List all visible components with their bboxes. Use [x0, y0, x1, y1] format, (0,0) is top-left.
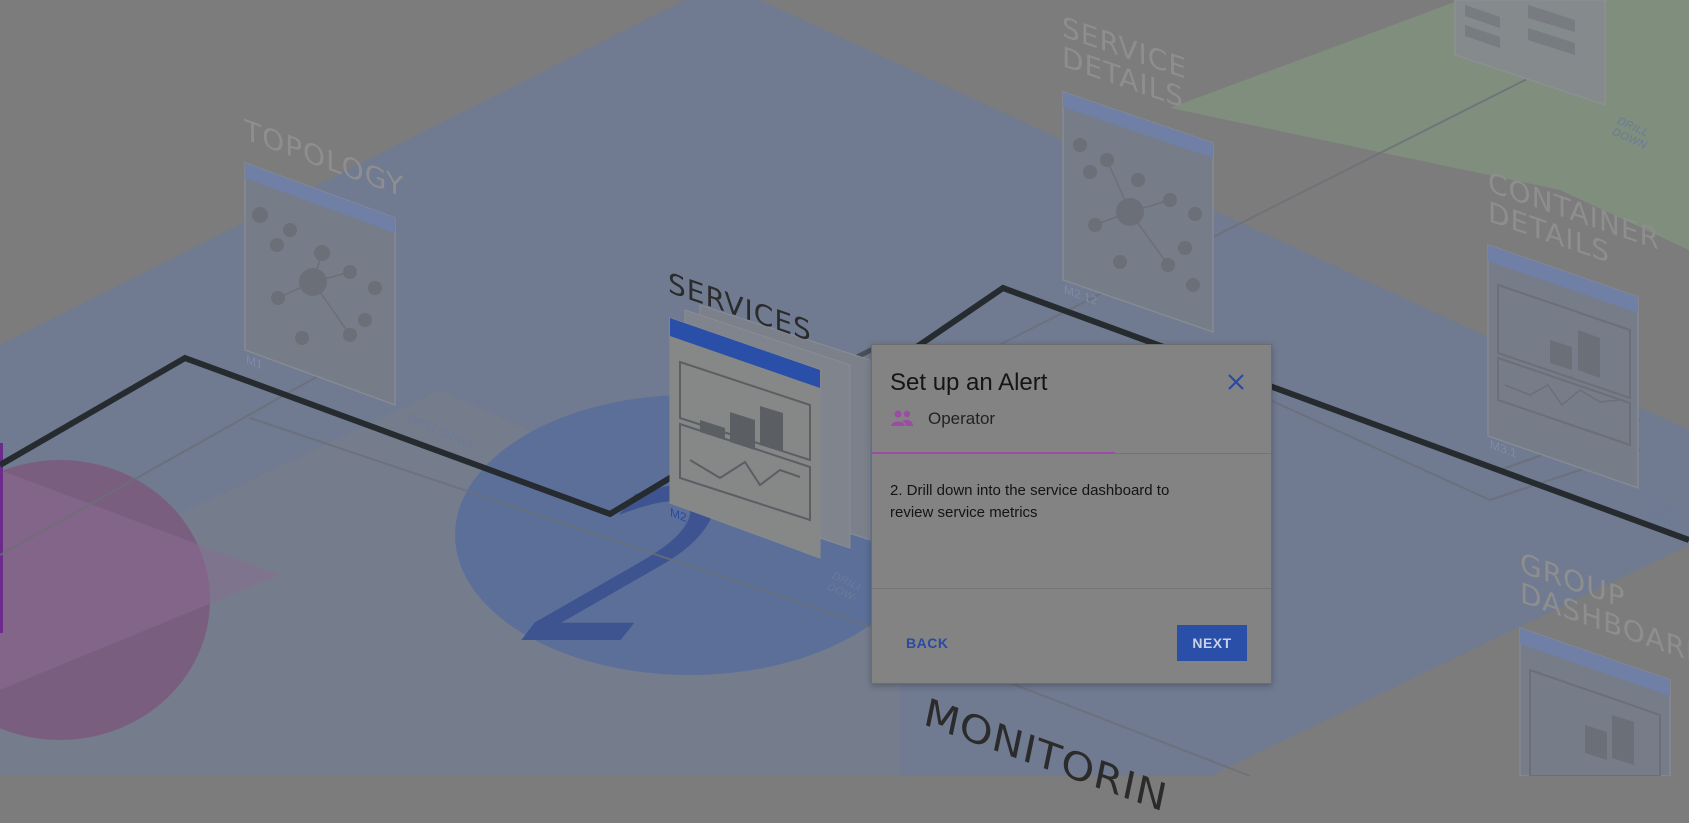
back-button[interactable]: BACK: [890, 629, 964, 657]
progress-fill: [872, 452, 1116, 454]
purple-edge-marker: [0, 443, 3, 633]
close-icon[interactable]: [1225, 371, 1247, 393]
next-button[interactable]: NEXT: [1177, 625, 1247, 661]
setup-alert-dialog: Set up an Alert Operator 2. Drill down i…: [871, 344, 1272, 684]
people-icon: [891, 410, 913, 426]
role-label: Operator: [928, 409, 996, 428]
dialog-title: Set up an Alert: [890, 369, 1048, 396]
step-description: 2. Drill down into the service dashboard…: [890, 482, 1170, 521]
dialog-divider: [872, 588, 1271, 589]
